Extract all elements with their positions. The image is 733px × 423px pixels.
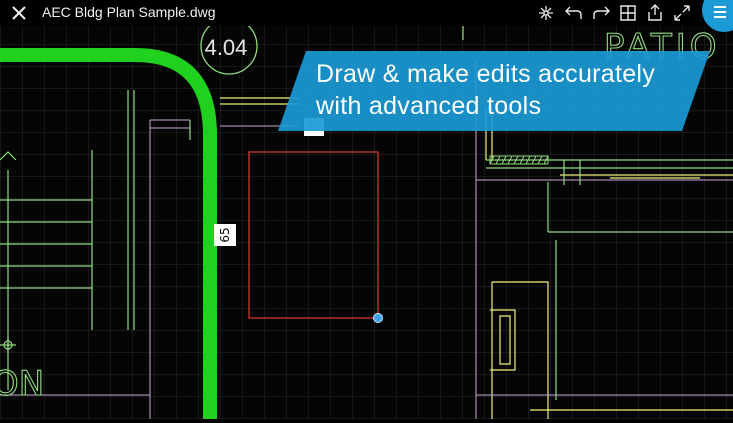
promo-line-1: Draw & make edits accurately [316, 60, 656, 88]
menu-icon [714, 6, 726, 18]
partial-label: ON [0, 364, 44, 404]
dimension-value-vertical: 65 [218, 227, 232, 243]
redo-icon[interactable] [590, 2, 612, 24]
promo-line-2: with advanced tools [316, 92, 542, 120]
grid-icon[interactable] [617, 2, 639, 24]
rectangle-handle[interactable] [373, 313, 383, 323]
fullscreen-icon[interactable] [671, 2, 693, 24]
dimension-label-vertical: 65 [214, 224, 236, 246]
share-icon[interactable] [644, 2, 666, 24]
promo-banner-text: Draw & make edits accurately with advanc… [316, 58, 706, 122]
close-icon[interactable] [8, 2, 30, 24]
room-label: 4.04 [205, 35, 248, 60]
snap-icon[interactable] [535, 2, 557, 24]
undo-icon[interactable] [563, 2, 585, 24]
document-title: AEC Bldg Plan Sample.dwg [42, 4, 216, 20]
top-toolbar: AEC Bldg Plan Sample.dwg [0, 0, 733, 32]
